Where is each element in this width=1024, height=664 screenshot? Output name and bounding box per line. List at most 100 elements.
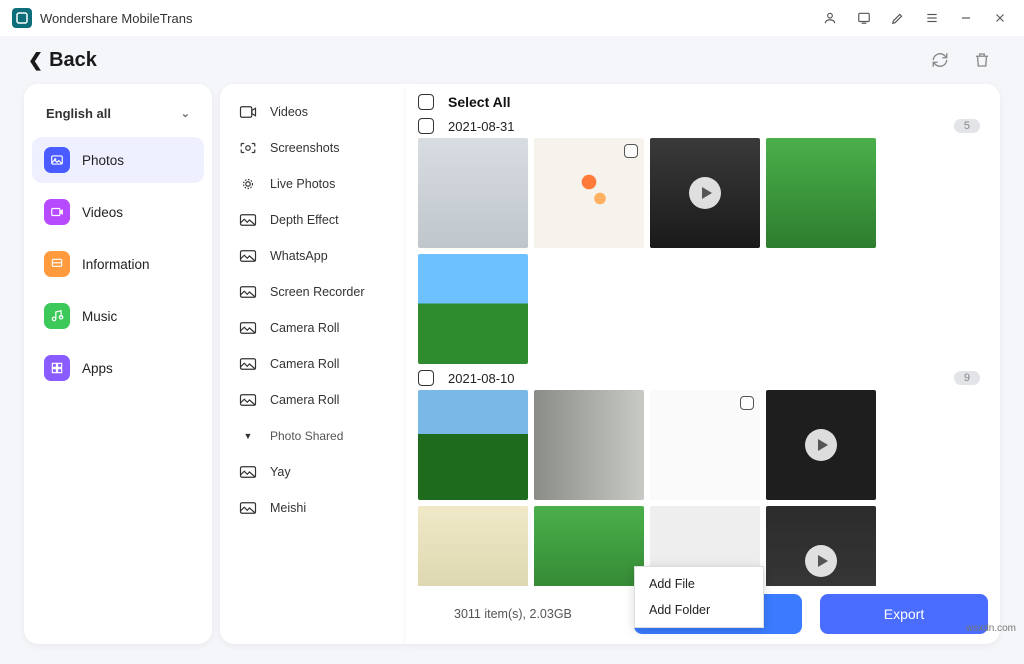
sub-live-photos[interactable]: Live Photos [220, 166, 406, 202]
sub-camera-roll-1[interactable]: Camera Roll [220, 310, 406, 346]
nav-label: Apps [82, 361, 113, 376]
sub-whatsapp[interactable]: WhatsApp [220, 238, 406, 274]
import-context-menu: Add File Add Folder [634, 566, 764, 628]
photo-thumbnail[interactable] [766, 138, 876, 248]
group-checkbox[interactable] [418, 370, 434, 386]
photo-thumbnail[interactable] [534, 390, 644, 500]
photo-thumbnail[interactable] [418, 254, 528, 364]
sub-label: Screenshots [270, 141, 339, 155]
primary-sidebar: English all ⌄ Photos Videos Information … [24, 84, 212, 644]
select-all-label: Select All [448, 94, 511, 110]
nav-item-photos[interactable]: Photos [32, 137, 204, 183]
back-label: Back [49, 49, 97, 72]
language-selector[interactable]: English all ⌄ [32, 98, 204, 129]
sub-meishi[interactable]: Meishi [220, 490, 406, 526]
close-icon[interactable] [988, 6, 1012, 30]
sub-label: Photo Shared [270, 429, 343, 443]
image-icon [238, 356, 258, 372]
information-icon [44, 251, 70, 277]
screenshot-icon [238, 140, 258, 156]
chevron-down-icon: ⌄ [181, 107, 190, 120]
secondary-sidebar: Videos Screenshots Live Photos Depth Eff… [220, 84, 406, 644]
delete-icon[interactable] [968, 46, 996, 74]
sub-screen-recorder[interactable]: Screen Recorder [220, 274, 406, 310]
sub-label: Meishi [270, 501, 306, 515]
menu-icon[interactable] [920, 6, 944, 30]
video-thumbnail[interactable] [766, 390, 876, 500]
image-icon [238, 392, 258, 408]
photo-thumbnail[interactable] [534, 138, 644, 248]
group-count: 9 [954, 371, 980, 385]
sub-label: Camera Roll [270, 321, 339, 335]
photo-thumbnail[interactable] [418, 390, 528, 500]
nav-item-information[interactable]: Information [32, 241, 204, 287]
image-icon [238, 248, 258, 264]
select-all-row: Select All [418, 94, 994, 110]
titlebar: Wondershare MobileTrans [0, 0, 1024, 36]
sub-camera-roll-3[interactable]: Camera Roll [220, 382, 406, 418]
nav-label: Photos [82, 153, 124, 168]
chevron-left-icon: ❮ [28, 50, 43, 71]
nav-item-apps[interactable]: Apps [32, 345, 204, 391]
thumb-checkbox[interactable] [740, 396, 754, 410]
photo-thumbnail[interactable] [418, 138, 528, 248]
sub-videos[interactable]: Videos [220, 94, 406, 130]
nav-label: Videos [82, 205, 123, 220]
sub-photo-shared[interactable]: ▼Photo Shared [220, 418, 406, 454]
group-date: 2021-08-31 [448, 119, 515, 134]
footer-info: 3011 item(s), 2.03GB [454, 607, 572, 621]
sub-label: Videos [270, 105, 308, 119]
export-button[interactable]: Export [820, 594, 988, 634]
sub-screenshots[interactable]: Screenshots [220, 130, 406, 166]
language-label: English all [46, 106, 111, 121]
nav-item-music[interactable]: Music [32, 293, 204, 339]
group-count: 5 [954, 119, 980, 133]
sub-label: WhatsApp [270, 249, 328, 263]
account-icon[interactable] [818, 6, 842, 30]
thumbnail-row [418, 390, 988, 586]
minimize-icon[interactable] [954, 6, 978, 30]
refresh-icon[interactable] [926, 46, 954, 74]
photo-thumbnail[interactable] [650, 390, 760, 500]
page-header: ❮ Back [0, 36, 1024, 84]
sub-label: Live Photos [270, 177, 335, 191]
group-checkbox[interactable] [418, 118, 434, 134]
feedback-icon[interactable] [852, 6, 876, 30]
photo-scroll-area[interactable]: 2021-08-31 5 2021-08-10 9 [418, 114, 994, 586]
nav-label: Information [82, 257, 150, 272]
videos-icon [44, 199, 70, 225]
photos-icon [44, 147, 70, 173]
thumbnail-row [418, 138, 988, 364]
select-all-checkbox[interactable] [418, 94, 434, 110]
content-footer: 3011 item(s), 2.03GB Import Export Add F… [418, 586, 994, 634]
menu-add-file[interactable]: Add File [635, 571, 763, 597]
group-date: 2021-08-10 [448, 371, 515, 386]
photo-thumbnail[interactable] [534, 506, 644, 586]
app-logo-icon [12, 8, 32, 28]
image-icon [238, 320, 258, 336]
video-icon [238, 104, 258, 120]
video-thumbnail[interactable] [650, 138, 760, 248]
sub-camera-roll-2[interactable]: Camera Roll [220, 346, 406, 382]
sub-label: Depth Effect [270, 213, 339, 227]
music-icon [44, 303, 70, 329]
group-header: 2021-08-31 5 [418, 118, 988, 134]
watermark: wsxdn.com [966, 623, 1016, 634]
edit-icon[interactable] [886, 6, 910, 30]
nav-item-videos[interactable]: Videos [32, 189, 204, 235]
live-icon [238, 176, 258, 192]
group-header: 2021-08-10 9 [418, 370, 988, 386]
apps-icon [44, 355, 70, 381]
app-title: Wondershare MobileTrans [40, 11, 192, 26]
image-icon [238, 212, 258, 228]
image-icon [238, 464, 258, 480]
back-button[interactable]: ❮ Back [28, 49, 97, 72]
sub-yay[interactable]: Yay [220, 454, 406, 490]
nav-label: Music [82, 309, 117, 324]
video-thumbnail[interactable] [766, 506, 876, 586]
photo-thumbnail[interactable] [418, 506, 528, 586]
sub-depth-effect[interactable]: Depth Effect [220, 202, 406, 238]
image-icon [238, 500, 258, 516]
menu-add-folder[interactable]: Add Folder [635, 597, 763, 623]
thumb-checkbox[interactable] [624, 144, 638, 158]
